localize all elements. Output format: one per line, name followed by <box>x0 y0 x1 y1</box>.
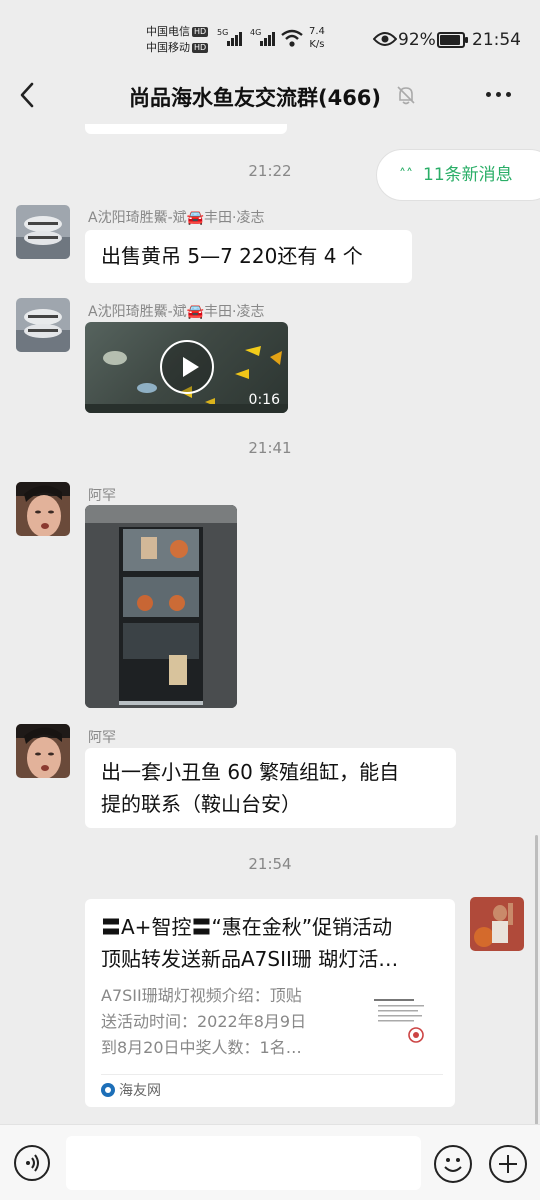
signal-bars-1-icon <box>227 30 242 46</box>
previous-message-bubble <box>85 124 287 134</box>
new-messages-label: 11条新消息 <box>423 165 513 185</box>
input-bar <box>0 1124 540 1200</box>
speed-value: 7.4 <box>309 26 325 37</box>
sender-name: 阿罕 <box>88 730 116 746</box>
link-card-desc-line-2: 送活动时间：2022年8月9日 <box>101 1012 307 1031</box>
avatar[interactable] <box>16 482 70 536</box>
link-card-source: 海友网 <box>101 1081 161 1101</box>
speed-unit: K/s <box>309 39 325 50</box>
sender-name: A沈阳琦胜鱀-斌🚘丰田·凌志 <box>88 304 265 320</box>
chat-header: 尚品海水鱼友交流群(466) <box>0 66 540 124</box>
bell-off-icon <box>397 86 415 105</box>
link-card[interactable]: 〓A+智控〓“惠在金秋”促销活动 顶贴转发送新品A7SII珊 瑚灯活… A7SI… <box>85 899 455 1107</box>
eye-icon <box>373 32 397 46</box>
avatar[interactable] <box>16 724 70 778</box>
sender-name: A沈阳琦胜鱀-斌🚘丰田·凌志 <box>88 210 265 226</box>
new-messages-button[interactable]: ˄˄ 11条新消息 <box>376 149 540 201</box>
avatar[interactable] <box>16 205 70 259</box>
hd-badge-1: HD <box>192 27 209 37</box>
link-card-title: 〓A+智控〓“惠在金秋”促销活动 顶贴转发送新品A7SII珊 瑚灯活… <box>101 911 446 975</box>
chat-area[interactable]: 21:22 ˄˄ 11条新消息 A沈阳琦胜鱀-斌🚘丰田·凌志 出售黄吊 5—7 … <box>0 124 540 1124</box>
play-icon[interactable] <box>160 340 214 394</box>
aquarium-photo <box>85 505 237 708</box>
plus-icon[interactable] <box>489 1145 527 1183</box>
timestamp: 21:54 <box>248 855 292 873</box>
message-bubble[interactable]: 出一套小丑鱼 60 繁殖组缸，能自 提的联系（鞍山台安） <box>85 748 456 828</box>
video-message[interactable]: 0:16 <box>85 322 288 413</box>
emoji-icon[interactable] <box>434 1145 472 1183</box>
timestamp: 21:41 <box>248 439 292 457</box>
more-dots-icon[interactable] <box>486 92 511 97</box>
message-bubble[interactable]: 出售黄吊 5—7 220还有 4 个 <box>85 230 412 283</box>
link-card-title-line-1: 〓A+智控〓“惠在金秋”促销活动 <box>101 915 393 939</box>
status-bar: 中国电信 HD 中国移动 HD 5G 4G 7.4 K/s 92% 21:54 <box>0 0 540 66</box>
link-card-thumbnail <box>368 989 436 1057</box>
message-line-2: 提的联系（鞍山台安） <box>101 792 301 816</box>
link-card-source-name: 海友网 <box>119 1083 161 1099</box>
link-card-desc-line-1: A7SII珊瑚灯视频介绍：顶贴 <box>101 986 302 1005</box>
image-message[interactable] <box>85 505 237 708</box>
message-line-1: 出一套小丑鱼 60 繁殖组缸，能自 <box>101 760 400 784</box>
double-chevron-up-icon: ˄˄ <box>399 167 413 183</box>
link-card-description: A7SII珊瑚灯视频介绍：顶贴 送活动时间：2022年8月9日 到8月20日中奖… <box>101 983 346 1061</box>
battery-percent: 92% <box>398 30 436 50</box>
message-input[interactable] <box>66 1136 421 1190</box>
signal-bars-2-icon <box>260 30 275 46</box>
group-title: 尚品海水鱼友交流群(466) <box>128 86 382 110</box>
hd-badge-2: HD <box>192 43 209 53</box>
video-duration: 0:16 <box>248 392 280 408</box>
clock: 21:54 <box>472 30 521 50</box>
battery-fill <box>440 35 460 45</box>
battery-icon <box>437 32 468 48</box>
carrier-info: 中国电信 HD 中国移动 HD <box>146 24 209 56</box>
carrier-2: 中国移动 <box>146 41 190 54</box>
scrollbar[interactable] <box>535 835 538 1125</box>
voice-icon[interactable] <box>14 1145 50 1181</box>
network-speed: 7.4 K/s <box>309 25 325 51</box>
link-card-divider <box>101 1074 443 1075</box>
link-card-desc-line-3: 到8月20日中奖人数：1名… <box>101 1038 302 1057</box>
self-avatar[interactable] <box>470 897 524 951</box>
link-card-title-line-2: 顶贴转发送新品A7SII珊 瑚灯活… <box>101 947 399 971</box>
avatar[interactable] <box>16 298 70 352</box>
sender-name: 阿罕 <box>88 488 116 504</box>
source-logo-icon <box>101 1083 115 1097</box>
carrier-1: 中国电信 <box>146 25 190 38</box>
wifi-icon <box>281 29 303 47</box>
